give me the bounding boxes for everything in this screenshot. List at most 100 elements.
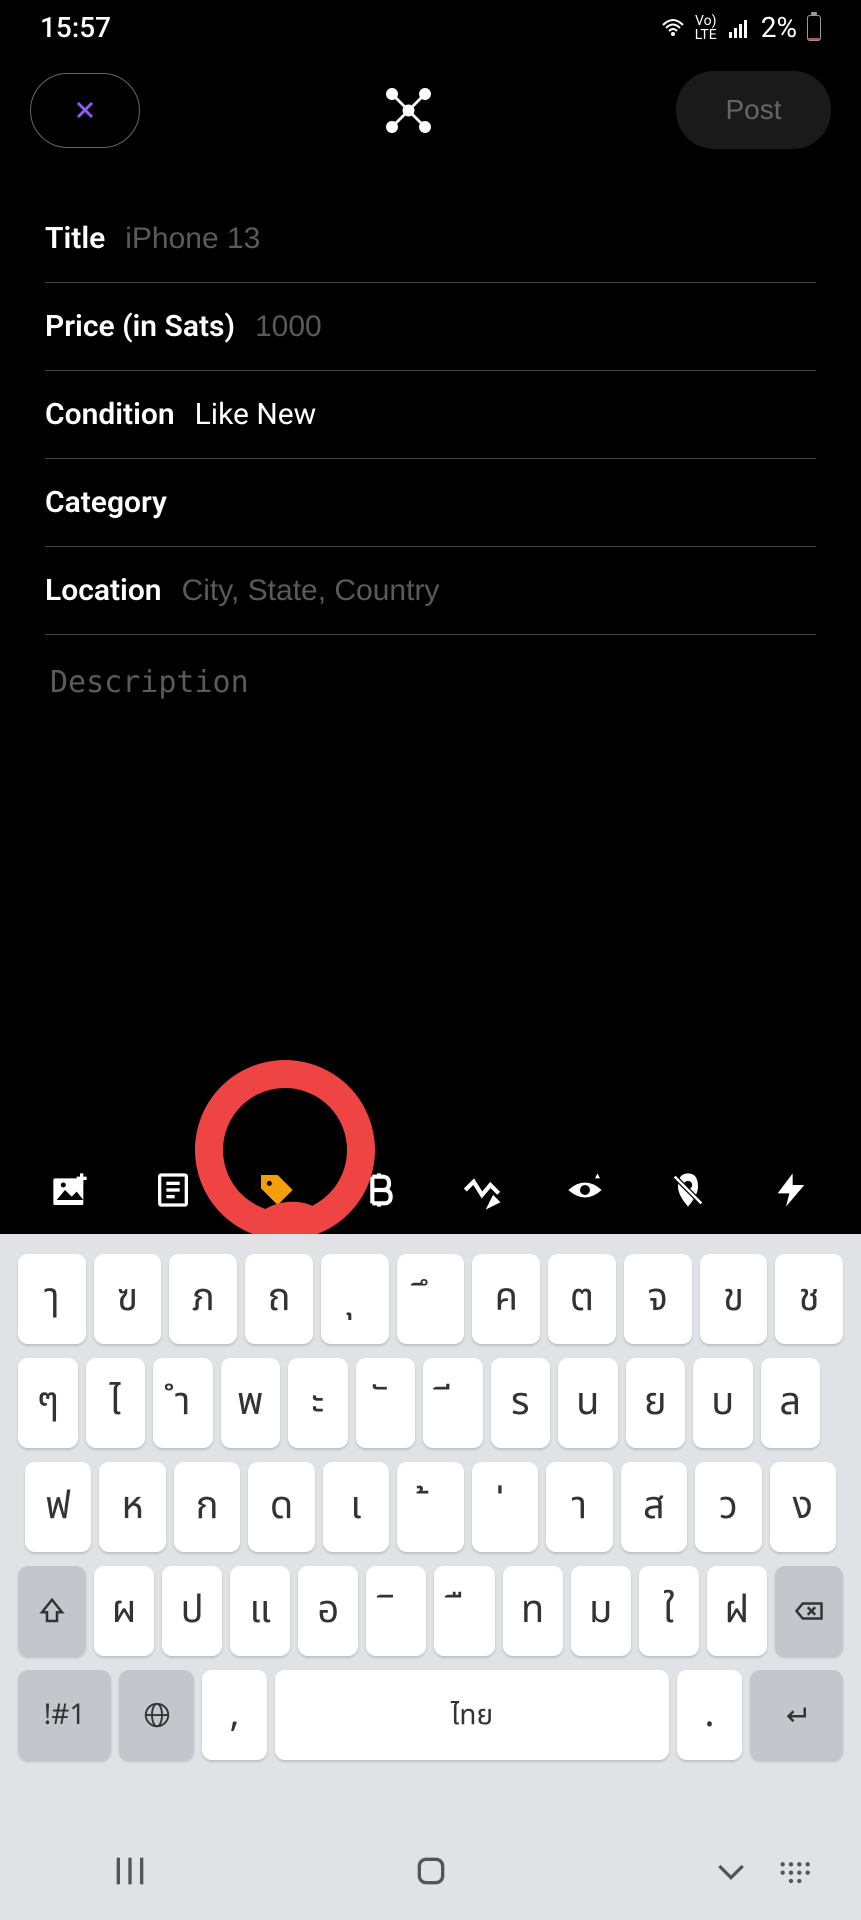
key[interactable]: ใ <box>639 1566 699 1656</box>
key[interactable]: ช <box>775 1254 843 1344</box>
key[interactable]: ึ <box>397 1254 465 1344</box>
key[interactable]: ภ <box>169 1254 237 1344</box>
tag-button[interactable] <box>256 1170 296 1210</box>
backspace-key[interactable] <box>775 1566 843 1656</box>
keyboard-row-2: ๆไำพะัีรนยบล <box>0 1358 861 1448</box>
title-row[interactable]: Title <box>45 195 816 283</box>
key[interactable]: ฃ <box>94 1254 162 1344</box>
location-off-icon <box>668 1170 708 1210</box>
key[interactable]: ถ <box>245 1254 313 1344</box>
key[interactable]: จ <box>624 1254 692 1344</box>
key[interactable]: ด <box>248 1462 314 1552</box>
listing-form: Title Price (in Sats) Condition Like New… <box>0 165 861 839</box>
condition-value: Like New <box>195 397 317 432</box>
battery-percent: 2% <box>761 11 797 44</box>
key[interactable]: พ <box>221 1358 281 1448</box>
app-logo <box>381 83 436 138</box>
key[interactable]: ป <box>162 1566 222 1656</box>
location-input[interactable] <box>182 574 816 608</box>
key[interactable]: บ <box>693 1358 753 1448</box>
key[interactable]: น <box>558 1358 618 1448</box>
key[interactable]: ่ <box>472 1462 538 1552</box>
key[interactable]: ้ <box>397 1462 463 1552</box>
key[interactable]: ะ <box>288 1358 348 1448</box>
key[interactable]: ฟ <box>25 1462 91 1552</box>
description-area[interactable] <box>45 635 816 839</box>
key[interactable]: ิ <box>366 1566 426 1656</box>
key[interactable]: ก <box>174 1462 240 1552</box>
battery-icon <box>807 15 821 41</box>
key[interactable]: ั <box>356 1358 416 1448</box>
key[interactable]: ๅ <box>18 1254 86 1344</box>
keyboard-row-4: ผปแอิืทมใฝ <box>0 1566 861 1656</box>
category-row[interactable]: Category <box>45 459 816 547</box>
key[interactable]: ท <box>503 1566 563 1656</box>
key[interactable]: ย <box>626 1358 686 1448</box>
tag-icon <box>256 1170 296 1210</box>
comma-key[interactable]: , <box>202 1670 267 1760</box>
condition-row[interactable]: Condition Like New <box>45 371 816 459</box>
description-input[interactable] <box>50 665 811 805</box>
key[interactable]: ง <box>770 1462 836 1552</box>
keyboard-row-5: !#1 , ไทย . <box>0 1670 861 1760</box>
price-row[interactable]: Price (in Sats) <box>45 283 816 371</box>
key[interactable]: ห <box>99 1462 165 1552</box>
visibility-button[interactable] <box>565 1170 605 1210</box>
close-icon <box>71 96 99 124</box>
post-toolbar <box>0 1150 861 1230</box>
shift-icon <box>37 1596 67 1626</box>
key[interactable]: ผ <box>94 1566 154 1656</box>
activity-button[interactable] <box>462 1170 502 1210</box>
location-row[interactable]: Location <box>45 547 816 635</box>
key[interactable]: ร <box>491 1358 551 1448</box>
key[interactable]: ไ <box>86 1358 146 1448</box>
price-input[interactable] <box>255 310 816 344</box>
key[interactable]: แ <box>230 1566 290 1656</box>
period-key[interactable]: . <box>677 1670 742 1760</box>
location-off-button[interactable] <box>668 1170 708 1210</box>
add-image-button[interactable] <box>50 1170 90 1210</box>
key[interactable]: อ <box>298 1566 358 1656</box>
post-button[interactable]: Post <box>676 71 831 149</box>
keyboard: ๅฃภถุึคตจขช ๆไำพะัีรนยบล ฟหกดเ้่าสวง ผปแ… <box>0 1234 861 1920</box>
key[interactable]: เ <box>323 1462 389 1552</box>
key[interactable]: ค <box>472 1254 540 1344</box>
key[interactable]: ว <box>695 1462 761 1552</box>
key[interactable]: ม <box>571 1566 631 1656</box>
home-button[interactable] <box>411 1851 451 1895</box>
globe-icon <box>142 1700 172 1730</box>
condition-label: Condition <box>45 397 175 432</box>
flash-button[interactable] <box>771 1170 811 1210</box>
activity-zap-icon <box>462 1170 502 1210</box>
close-button[interactable] <box>30 73 140 148</box>
text-note-button[interactable] <box>153 1170 193 1210</box>
shift-key[interactable] <box>18 1566 86 1656</box>
key[interactable]: า <box>546 1462 612 1552</box>
keyboard-row-3: ฟหกดเ้่าสวง <box>0 1462 861 1552</box>
title-input[interactable] <box>125 222 816 256</box>
recents-icon <box>110 1851 150 1891</box>
key[interactable]: ี <box>423 1358 483 1448</box>
key[interactable]: ๆ <box>18 1358 78 1448</box>
key[interactable]: ต <box>548 1254 616 1344</box>
space-key[interactable]: ไทย <box>275 1670 669 1760</box>
key[interactable]: ุ <box>321 1254 389 1344</box>
key[interactable]: ฝ <box>707 1566 767 1656</box>
lightning-icon <box>771 1170 811 1210</box>
key[interactable]: ื <box>434 1566 494 1656</box>
keyboard-dots-icon <box>776 1851 816 1891</box>
symbols-key[interactable]: !#1 <box>18 1670 111 1760</box>
back-button[interactable] <box>711 1851 751 1895</box>
keyboard-toggle-button[interactable] <box>776 1851 816 1895</box>
bitcoin-button[interactable] <box>359 1170 399 1210</box>
key[interactable]: ำ <box>153 1358 213 1448</box>
language-key[interactable] <box>119 1670 194 1760</box>
network-type: Vo)LTE <box>695 14 717 42</box>
key[interactable]: ส <box>621 1462 687 1552</box>
enter-icon <box>781 1700 811 1730</box>
key[interactable]: ข <box>700 1254 768 1344</box>
title-label: Title <box>45 221 105 256</box>
enter-key[interactable] <box>750 1670 843 1760</box>
recents-button[interactable] <box>110 1851 150 1895</box>
key[interactable]: ล <box>761 1358 821 1448</box>
